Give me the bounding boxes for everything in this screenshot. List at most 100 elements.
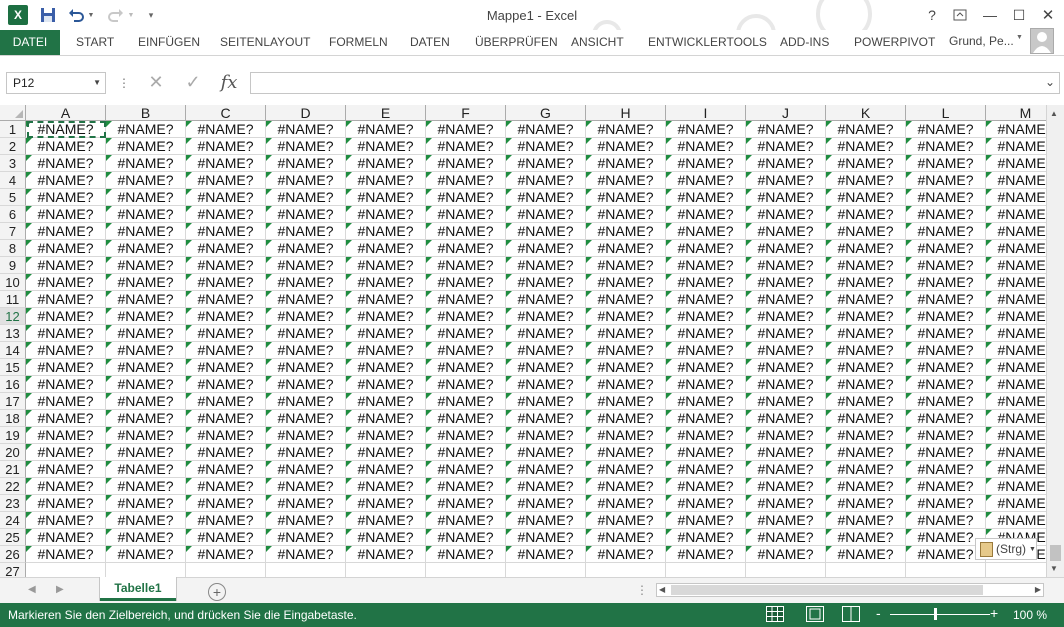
- tab-powerpivot[interactable]: POWERPIVOT: [854, 30, 935, 55]
- column-header[interactable]: H: [586, 105, 666, 121]
- grid-cell[interactable]: #NAME?: [506, 512, 586, 529]
- grid-cell[interactable]: #NAME?: [826, 325, 906, 342]
- grid-cell[interactable]: #NAME?: [106, 393, 186, 410]
- grid-cell[interactable]: #NAME?: [746, 444, 826, 461]
- row-header[interactable]: 19: [0, 427, 26, 444]
- grid-cell[interactable]: #NAME?: [426, 121, 506, 138]
- grid-cell[interactable]: #NAME?: [426, 512, 506, 529]
- grid-cell[interactable]: #NAME?: [746, 342, 826, 359]
- tab-add-ins[interactable]: ADD-INS: [780, 30, 829, 55]
- grid-cell[interactable]: #NAME?: [906, 291, 986, 308]
- grid-cell[interactable]: #NAME?: [426, 342, 506, 359]
- grid-cell[interactable]: [986, 563, 1046, 577]
- grid-cell[interactable]: #NAME?: [906, 325, 986, 342]
- sheet-next-icon[interactable]: ▶: [56, 584, 64, 595]
- grid-cell[interactable]: #NAME?: [506, 308, 586, 325]
- grid-cell[interactable]: #NAME?: [506, 189, 586, 206]
- grid-cell[interactable]: #NAME?: [426, 376, 506, 393]
- grid-cell[interactable]: #NAME?: [106, 172, 186, 189]
- grid-cell[interactable]: #NAME?: [586, 461, 666, 478]
- row-header[interactable]: 8: [0, 240, 26, 257]
- grid-cell[interactable]: #NAME?: [666, 206, 746, 223]
- grid-cell[interactable]: #NAME?: [906, 546, 986, 563]
- row-header[interactable]: 20: [0, 444, 26, 461]
- grid-cell[interactable]: #NAME?: [506, 121, 586, 138]
- grid-cell[interactable]: #NAME?: [746, 155, 826, 172]
- grid-cell[interactable]: #NAME?: [426, 240, 506, 257]
- grid-cell[interactable]: #NAME?: [826, 410, 906, 427]
- grid-cell[interactable]: #NAME?: [666, 495, 746, 512]
- grid-cell[interactable]: #NAME?: [826, 495, 906, 512]
- grid-cell[interactable]: #NAME?: [106, 308, 186, 325]
- add-sheet-button[interactable]: +: [208, 583, 226, 601]
- row-header[interactable]: 18: [0, 410, 26, 427]
- grid-cell[interactable]: #NAME?: [586, 359, 666, 376]
- grid-cell[interactable]: #NAME?: [266, 393, 346, 410]
- grid-cell[interactable]: #NAME?: [826, 308, 906, 325]
- grid-cell[interactable]: #NAME?: [106, 325, 186, 342]
- grid-cell[interactable]: #NAME?: [986, 172, 1046, 189]
- grid-cell[interactable]: #NAME?: [106, 206, 186, 223]
- grid-cell[interactable]: #NAME?: [746, 325, 826, 342]
- grid-cell[interactable]: #NAME?: [586, 529, 666, 546]
- grid-cell[interactable]: #NAME?: [346, 223, 426, 240]
- grid-cell[interactable]: #NAME?: [506, 444, 586, 461]
- grid-cell[interactable]: #NAME?: [106, 274, 186, 291]
- grid-cell[interactable]: #NAME?: [266, 359, 346, 376]
- grid-cell[interactable]: #NAME?: [826, 478, 906, 495]
- grid-cell[interactable]: #NAME?: [586, 155, 666, 172]
- grid-cell[interactable]: [746, 563, 826, 577]
- grid-cell[interactable]: #NAME?: [746, 240, 826, 257]
- grid-cell[interactable]: #NAME?: [506, 274, 586, 291]
- cancel-formula-icon[interactable]: ✕: [143, 70, 169, 94]
- grid-cell[interactable]: #NAME?: [106, 410, 186, 427]
- grid-cell[interactable]: #NAME?: [826, 342, 906, 359]
- grid-cell[interactable]: #NAME?: [186, 546, 266, 563]
- grid-cell[interactable]: #NAME?: [506, 155, 586, 172]
- grid-cell[interactable]: #NAME?: [26, 376, 106, 393]
- grid-cell[interactable]: #NAME?: [506, 342, 586, 359]
- grid-cell[interactable]: #NAME?: [986, 444, 1046, 461]
- grid-cell[interactable]: #NAME?: [186, 495, 266, 512]
- grid-cell[interactable]: #NAME?: [266, 376, 346, 393]
- row-header[interactable]: 27: [0, 563, 26, 577]
- grid-cell[interactable]: #NAME?: [346, 138, 426, 155]
- grid-cell[interactable]: #NAME?: [266, 206, 346, 223]
- grid-cell[interactable]: #NAME?: [346, 257, 426, 274]
- row-header[interactable]: 22: [0, 478, 26, 495]
- grid-cell[interactable]: #NAME?: [986, 427, 1046, 444]
- grid-cell[interactable]: #NAME?: [106, 240, 186, 257]
- grid-cell[interactable]: #NAME?: [346, 325, 426, 342]
- grid-cell[interactable]: #NAME?: [506, 206, 586, 223]
- grid-cell[interactable]: #NAME?: [106, 512, 186, 529]
- grid-cell[interactable]: #NAME?: [986, 257, 1046, 274]
- grid-cell[interactable]: #NAME?: [586, 223, 666, 240]
- grid-cell[interactable]: #NAME?: [746, 546, 826, 563]
- grid-cell[interactable]: #NAME?: [826, 427, 906, 444]
- grid-cell[interactable]: #NAME?: [426, 393, 506, 410]
- grid-cell[interactable]: #NAME?: [506, 478, 586, 495]
- grid-cell[interactable]: #NAME?: [906, 512, 986, 529]
- grid-cell[interactable]: #NAME?: [26, 410, 106, 427]
- avatar[interactable]: [1030, 28, 1054, 54]
- grid-cell[interactable]: #NAME?: [906, 478, 986, 495]
- grid-cell[interactable]: #NAME?: [426, 257, 506, 274]
- scroll-thumb[interactable]: [1050, 545, 1061, 561]
- grid-cell[interactable]: #NAME?: [986, 223, 1046, 240]
- grid-cell[interactable]: #NAME?: [186, 478, 266, 495]
- grid-cell[interactable]: #NAME?: [906, 223, 986, 240]
- column-header[interactable]: I: [666, 105, 746, 121]
- grid-cell[interactable]: #NAME?: [586, 512, 666, 529]
- row-header[interactable]: 11: [0, 291, 26, 308]
- grid-cell[interactable]: #NAME?: [746, 478, 826, 495]
- grid-cell[interactable]: #NAME?: [186, 274, 266, 291]
- grid-cell[interactable]: #NAME?: [506, 461, 586, 478]
- grid-cell[interactable]: #NAME?: [506, 257, 586, 274]
- grid-cell[interactable]: #NAME?: [746, 376, 826, 393]
- grid-cell[interactable]: #NAME?: [346, 172, 426, 189]
- grid-cell[interactable]: #NAME?: [986, 495, 1046, 512]
- grid-cell[interactable]: #NAME?: [26, 427, 106, 444]
- grid-cell[interactable]: #NAME?: [906, 529, 986, 546]
- zoom-slider-thumb[interactable]: [934, 608, 937, 620]
- grid-cell[interactable]: #NAME?: [746, 427, 826, 444]
